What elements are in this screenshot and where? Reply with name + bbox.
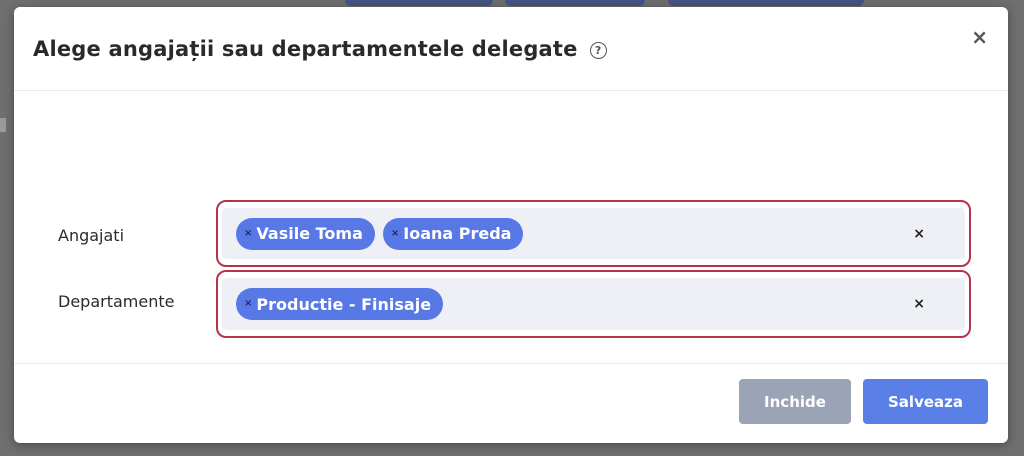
modal-footer: Inchide Salveaza [14,363,1008,443]
departments-label: Departamente [58,292,175,311]
background-chip [345,0,493,6]
department-chip: × Productie - Finisaje [236,288,444,320]
modal-header: Alege angajații sau departamentele deleg… [14,7,1008,91]
clear-icon[interactable]: × [913,226,925,242]
close-icon[interactable]: × [971,27,988,47]
chip-remove-icon[interactable]: × [244,228,252,239]
chip-label: Productie - Finisaje [256,294,432,314]
background-chip [668,0,864,6]
employees-select[interactable]: × Vasile Toma × Ioana Preda × [222,208,965,259]
chip-label: Vasile Toma [256,224,363,243]
chip-label: Ioana Preda [403,224,512,243]
employee-chip: × Ioana Preda [382,217,524,250]
close-button[interactable]: Inchide [739,379,851,424]
employees-select-highlight: × Vasile Toma × Ioana Preda × [216,200,971,267]
departments-select[interactable]: × Productie - Finisaje × [222,278,965,330]
employee-chip: × Vasile Toma [236,217,375,250]
delegate-modal: Alege angajații sau departamentele deleg… [14,7,1008,443]
chip-remove-icon[interactable]: × [244,299,252,309]
background-fragment [0,118,6,132]
departments-select-highlight: × Productie - Finisaje × [216,270,971,338]
employees-label: Angajati [58,226,125,245]
modal-title: Alege angajații sau departamentele deleg… [33,36,578,61]
clear-icon[interactable]: × [913,296,925,312]
background-chip [505,0,645,6]
save-button[interactable]: Salveaza [863,379,988,424]
help-icon[interactable]: ? [589,41,607,59]
chip-remove-icon[interactable]: × [391,228,399,239]
